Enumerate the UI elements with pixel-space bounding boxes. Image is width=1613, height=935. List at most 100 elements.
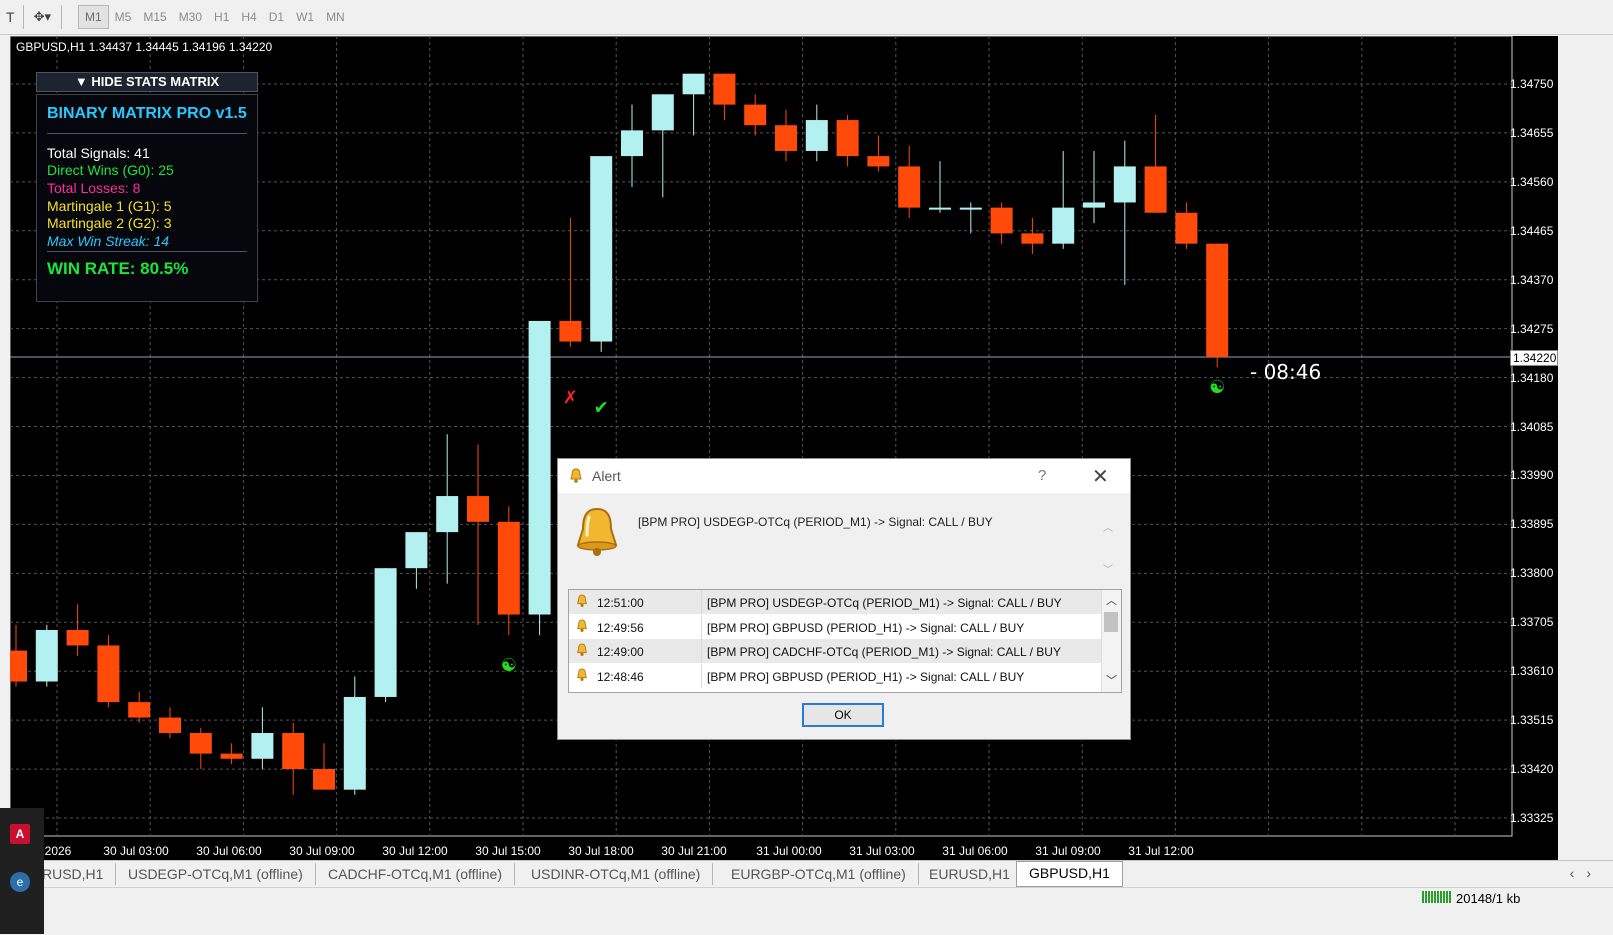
bear-candle bbox=[1175, 212, 1198, 244]
time-tick-label: 31 Jul 06:00 bbox=[942, 844, 1008, 858]
alert-row-message: [BPM PRO] CADCHF-OTCq (PERIOD_M1) -> Sig… bbox=[707, 645, 1061, 659]
bear-candle bbox=[220, 753, 243, 759]
bear-candle bbox=[559, 320, 582, 342]
price-tick-label: 1.34085 bbox=[1510, 419, 1554, 434]
stat-max-streak: Max Win Streak: 14 bbox=[47, 233, 170, 249]
time-tick-label: 30 Jul 12:00 bbox=[382, 844, 448, 858]
price-tick-label: 1.34560 bbox=[1510, 174, 1554, 189]
alert-history-row[interactable]: 12:51:00 [BPM PRO] USDEGP-OTCq (PERIOD_M1… bbox=[569, 590, 1101, 614]
bull-candle bbox=[1083, 202, 1105, 208]
current-price-label: 1.34220 bbox=[1510, 350, 1558, 366]
bull-candle bbox=[528, 320, 551, 615]
bear-candle bbox=[66, 629, 89, 646]
time-tick-label: 30 Jul 06:00 bbox=[196, 844, 262, 858]
toolbar-separator bbox=[22, 4, 24, 29]
scrollbar-thumb[interactable] bbox=[1104, 612, 1118, 632]
price-tick-label: 1.33895 bbox=[1510, 517, 1554, 532]
timeframe-w1[interactable]: W1 bbox=[290, 6, 320, 28]
bell-icon bbox=[577, 667, 587, 681]
bell-icon bbox=[577, 594, 587, 607]
time-tick-label: 31 Jul 09:00 bbox=[1035, 844, 1101, 858]
hide-stats-toggle[interactable]: ▼ HIDE STATS MATRIX bbox=[36, 72, 258, 92]
tab-scroll-arrows[interactable]: ‹› bbox=[1570, 865, 1603, 881]
bull-candle bbox=[436, 496, 459, 533]
bear-candle bbox=[898, 166, 921, 208]
alert-row-message: [BPM PRO] GBPUSD (PERIOD_H1) -> Signal: … bbox=[707, 620, 1025, 635]
app-icon[interactable]: A bbox=[10, 824, 30, 844]
timeframe-m15[interactable]: M15 bbox=[137, 6, 172, 28]
taskbar: A e bbox=[0, 808, 44, 934]
timeframe-m1[interactable]: M1 bbox=[78, 4, 109, 29]
bell-icon bbox=[570, 468, 582, 483]
loss-marker-icon: ✗ bbox=[563, 387, 578, 408]
alert-history-row[interactable]: 12:49:00 [BPM PRO] CADCHF-OTCq (PERIOD_M1… bbox=[569, 639, 1101, 663]
timeframe-d1[interactable]: D1 bbox=[263, 6, 290, 28]
chart-tab[interactable]: EURUSD,H1 bbox=[917, 863, 1023, 885]
win-marker-icon: ✔ bbox=[594, 398, 609, 419]
close-icon[interactable]: ✕ bbox=[1092, 464, 1109, 489]
ok-button[interactable]: OK bbox=[802, 703, 884, 727]
bell-icon bbox=[576, 507, 618, 556]
alert-history-list[interactable]: 12:51:00 [BPM PRO] USDEGP-OTCq (PERIOD_M1… bbox=[568, 589, 1122, 693]
bear-candle bbox=[467, 496, 489, 522]
help-button[interactable]: ? bbox=[1038, 467, 1046, 484]
scroll-up-icon[interactable]: ︿ bbox=[1103, 519, 1113, 534]
price-tick-label: 1.33515 bbox=[1510, 713, 1554, 728]
price-tick-label: 1.34370 bbox=[1510, 272, 1554, 287]
stat-direct-wins: Direct Wins (G0): 25 bbox=[47, 162, 174, 178]
alert-row-message: [BPM PRO] GBPUSD (PERIOD_H1) -> Signal: … bbox=[707, 669, 1025, 684]
bear-candle bbox=[1021, 233, 1044, 244]
win-rate: WIN RATE: 80.5% bbox=[47, 259, 189, 278]
scroll-up-icon[interactable]: ︿ bbox=[1106, 592, 1117, 608]
chart-tab[interactable]: CADCHF-OTCq,M1 (offline) bbox=[316, 863, 515, 885]
status-bar: 20148/1 kb bbox=[0, 887, 1613, 935]
stats-panel: BINARY MATRIX PRO v1.5 Total Signals: 41… bbox=[36, 94, 258, 302]
bear-candle bbox=[10, 650, 27, 682]
alert-time: 12:48:46 bbox=[597, 669, 644, 684]
scroll-down-icon[interactable]: ﹀ bbox=[1103, 561, 1113, 576]
signal-marker-icon: ☯ bbox=[1209, 377, 1225, 398]
alert-title: Alert bbox=[592, 468, 621, 484]
bell-icon bbox=[577, 618, 587, 632]
candle-countdown: - 08:46 bbox=[1250, 360, 1322, 384]
time-tick-label: 30 Jul 03:00 bbox=[103, 844, 169, 858]
browser-icon[interactable]: e bbox=[10, 872, 30, 892]
chart-tab[interactable]: USDINR-OTCq,M1 (offline) bbox=[519, 863, 714, 885]
time-tick-label: 30 Jul 18:00 bbox=[568, 844, 634, 858]
stat-total-losses: Total Losses: 8 bbox=[47, 180, 141, 196]
alert-history-row[interactable]: 12:48:46 [BPM PRO] GBPUSD (PERIOD_H1) -> … bbox=[569, 663, 1101, 688]
timeframe-bar: M1 M5 M15 M30 H1 H4 D1 W1 MN bbox=[78, 4, 351, 29]
bear-candle bbox=[1144, 166, 1167, 213]
bear-candle bbox=[836, 120, 859, 157]
chart-tabs: RUSD,H1 USDEGP-OTCq,M1 (offline) CADCHF-OT… bbox=[0, 860, 1613, 887]
alert-time: 12:49:56 bbox=[597, 620, 644, 635]
chart-tab[interactable]: USDEGP-OTCq,M1 (offline) bbox=[116, 863, 316, 885]
bear-candle bbox=[497, 521, 520, 615]
message-scrollbar[interactable]: ︿ ﹀ bbox=[1100, 515, 1114, 579]
price-tick-label: 1.34655 bbox=[1510, 125, 1554, 140]
shapes-tool-icon[interactable]: ✥▾ bbox=[28, 9, 57, 25]
stats-divider bbox=[47, 251, 247, 252]
timeframe-mn[interactable]: MN bbox=[320, 6, 351, 28]
list-scrollbar[interactable]: ︿ ﹀ bbox=[1101, 590, 1121, 692]
bull-candle bbox=[35, 629, 58, 682]
timeframe-m30[interactable]: M30 bbox=[173, 6, 208, 28]
time-tick-label: 31 Jul 03:00 bbox=[849, 844, 915, 858]
bear-candle bbox=[128, 702, 151, 718]
text-tool-icon[interactable]: T bbox=[2, 9, 19, 25]
chart-tab[interactable]: EURGBP-OTCq,M1 (offline) bbox=[719, 863, 919, 885]
bull-candle bbox=[805, 120, 828, 151]
scroll-down-icon[interactable]: ﹀ bbox=[1106, 672, 1117, 688]
bull-candle bbox=[959, 207, 982, 210]
timeframe-h4[interactable]: H4 bbox=[235, 6, 262, 28]
alert-history-row[interactable]: 12:49:56 [BPM PRO] GBPUSD (PERIOD_H1) -> … bbox=[569, 614, 1101, 639]
bull-candle bbox=[929, 207, 951, 210]
timeframe-m5[interactable]: M5 bbox=[109, 6, 138, 28]
time-tick-label: 2026 bbox=[44, 844, 72, 858]
bear-candle bbox=[313, 769, 335, 790]
price-tick-label: 1.33420 bbox=[1510, 762, 1554, 777]
timeframe-h1[interactable]: H1 bbox=[208, 6, 235, 28]
alert-titlebar[interactable]: Alert ? ✕ bbox=[558, 459, 1130, 493]
price-tick-label: 1.33325 bbox=[1510, 811, 1554, 825]
chart-tab[interactable]: GBPUSD,H1 bbox=[1016, 861, 1123, 887]
